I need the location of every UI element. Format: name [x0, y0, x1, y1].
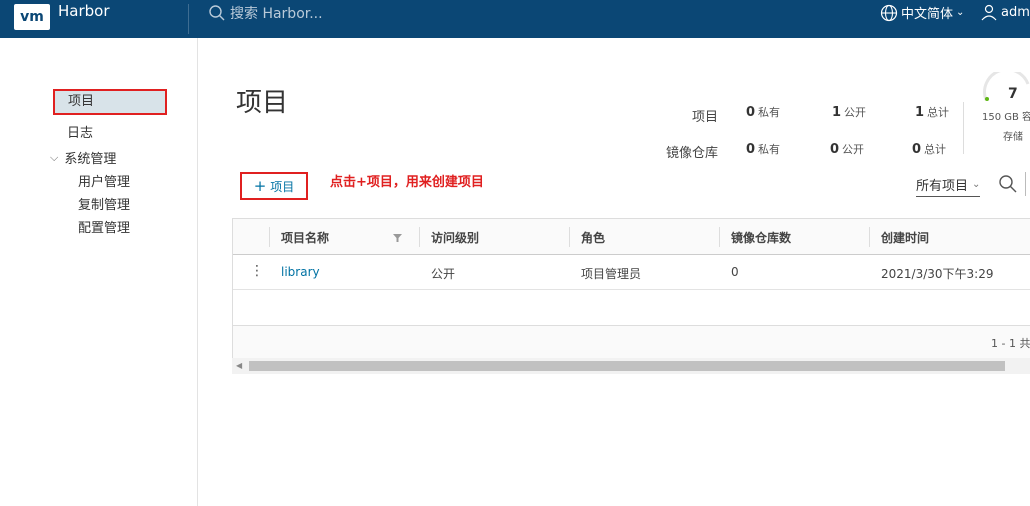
column-separator	[419, 227, 420, 247]
sidebar-item-projects[interactable]: 项目	[53, 89, 167, 115]
sidebar-group-label: 系统管理	[64, 152, 117, 167]
username: adm	[1001, 4, 1030, 20]
sidebar-item-configuration[interactable]: 配置管理	[78, 217, 130, 236]
top-header: vm Harbor 搜索 Harbor... 中文简体 ⌄ adm	[0, 0, 1030, 38]
project-created-cell: 2021/3/30下午3:29	[881, 267, 994, 281]
scrollbar-thumb[interactable]	[249, 361, 1005, 371]
page-title: 项目	[236, 88, 289, 118]
sidebar-item-replication[interactable]: 复制管理	[78, 194, 130, 213]
table-row[interactable]: ⋮ library 公开 项目管理员 0 2021/3/30下午3:29	[233, 255, 1030, 290]
globe-icon	[880, 4, 898, 21]
annotation-text: 点击+项目，用来创建项目	[330, 175, 484, 190]
stat-projects-total: 1 总计	[915, 105, 950, 120]
stat-repos-public: 0 公开	[830, 142, 865, 157]
project-access-cell: 公开	[431, 267, 456, 281]
projects-table: 项目名称 访问级别 角色 镜像仓库数 创建时间 ⋮ library 公开 项目管…	[232, 218, 1030, 358]
global-search[interactable]: 搜索 Harbor...	[208, 3, 323, 23]
stat-label-projects: 项目	[691, 110, 718, 125]
search-icon	[209, 5, 225, 21]
stat-repos-total: 0 总计	[912, 142, 947, 157]
sidebar-item-users[interactable]: 用户管理	[78, 171, 130, 190]
column-separator	[569, 227, 570, 247]
column-header-access[interactable]: 访问级别	[431, 229, 479, 246]
language-label: 中文简体	[901, 7, 954, 22]
stat-projects-public: 1 公开	[832, 105, 867, 120]
scroll-left-icon[interactable]: ◀	[236, 361, 242, 370]
project-role-cell: 项目管理员	[581, 267, 642, 281]
chevron-down-icon: ⌄	[956, 7, 965, 18]
user-menu[interactable]: adm	[980, 3, 1030, 21]
project-filter-select[interactable]: 所有项目 ⌄	[916, 175, 981, 197]
sidebar-item-logs[interactable]: 日志	[67, 122, 93, 141]
user-icon	[981, 4, 997, 21]
app-title[interactable]: Harbor	[58, 2, 110, 20]
column-separator	[869, 227, 870, 247]
chevron-down-icon: ⌄	[972, 179, 981, 190]
table-header: 项目名称 访问级别 角色 镜像仓库数 创建时间	[233, 219, 1030, 255]
stat-label-repos: 镜像仓库	[665, 146, 718, 161]
table-footer: 1 - 1 共计	[233, 325, 1030, 358]
storage-capacity: 150 GB 容	[982, 112, 1030, 123]
filter-label: 所有项目	[916, 179, 969, 194]
project-repos-cell: 0	[731, 265, 739, 279]
stat-repos-private: 0 私有	[746, 142, 781, 157]
project-name-link[interactable]: library	[281, 265, 320, 279]
new-project-label: 项目	[270, 179, 295, 194]
pagination-info: 1 - 1 共计	[991, 337, 1030, 350]
sidebar: 项目 日志 ⌵ 系统管理 用户管理 复制管理 配置管理	[0, 38, 198, 506]
search-icon[interactable]	[998, 174, 1018, 194]
storage-gauge-icon	[983, 72, 1030, 101]
column-separator	[269, 227, 270, 247]
new-project-button[interactable]: + 项目	[240, 172, 308, 200]
toolbar-divider	[1025, 172, 1026, 196]
header-divider	[188, 4, 189, 34]
column-header-name[interactable]: 项目名称	[281, 229, 329, 246]
sidebar-group-admin[interactable]: ⌵ 系统管理	[50, 148, 117, 168]
storage-label: 存储	[1003, 132, 1023, 143]
chevron-down-icon: ⌵	[50, 150, 59, 164]
column-header-role[interactable]: 角色	[581, 229, 605, 246]
filter-icon[interactable]	[393, 233, 402, 242]
plus-icon: +	[253, 176, 267, 195]
language-selector[interactable]: 中文简体 ⌄	[880, 3, 964, 22]
column-separator	[719, 227, 720, 247]
column-header-created[interactable]: 创建时间	[881, 229, 929, 246]
stat-projects-private: 0 私有	[746, 105, 781, 120]
column-header-repos[interactable]: 镜像仓库数	[731, 229, 791, 246]
search-input[interactable]: 搜索 Harbor...	[230, 3, 323, 23]
horizontal-scrollbar[interactable]: ◀	[232, 358, 1030, 374]
vmware-logo[interactable]: vm	[14, 4, 50, 30]
storage-value: 7	[1008, 86, 1018, 102]
stats-divider	[963, 102, 964, 154]
more-vertical-icon[interactable]: ⋮	[250, 263, 264, 279]
